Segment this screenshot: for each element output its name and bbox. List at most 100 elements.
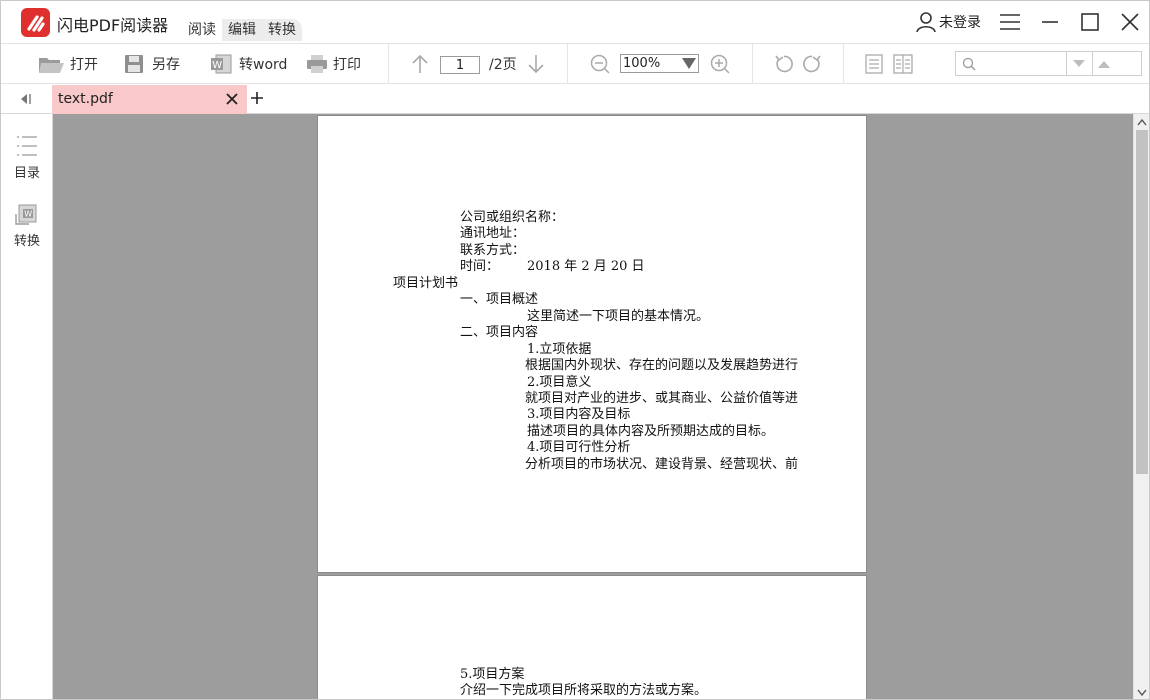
search-next-button[interactable] (1072, 59, 1086, 69)
close-icon (1121, 13, 1139, 31)
zoom-value: 100% (623, 56, 661, 71)
open-button[interactable]: 打开 (38, 52, 98, 76)
menu-hamburger-button[interactable] (999, 11, 1021, 33)
doc-line: 4.项目可行性分析 (527, 440, 631, 455)
doc-line: 描述项目的具体内容及所预期达成的目标。 (527, 424, 775, 439)
print-label: 打印 (333, 57, 361, 73)
doc-line: 一、项目概述 (460, 292, 539, 307)
doc-line: 2018 年 2 月 20 日 (527, 259, 645, 274)
toolbar: 打开 另存 W 转word 打印 1 /2页 100% (1, 43, 1149, 84)
tab-text-pdf[interactable]: text.pdf (52, 85, 247, 114)
app-logo-icon (21, 8, 50, 37)
zoom-out-button[interactable] (589, 52, 611, 76)
minimize-icon (1042, 21, 1058, 23)
doc-line: 就项目对产业的进步、或其商业、公益价值等进 (525, 391, 799, 406)
dropdown-arrow-icon (682, 58, 696, 69)
title-bar: 闪电PDF阅读器 阅读 编辑 转换 未登录 (1, 1, 1149, 43)
arrow-down-icon (528, 55, 544, 74)
sidebar-item-label: 转换 (13, 234, 40, 249)
menu-read[interactable]: 阅读 (182, 19, 222, 41)
menu-edit[interactable]: 编辑 (222, 19, 262, 41)
sidebar-item-convert[interactable]: W 转换 (1, 204, 53, 249)
maximize-button[interactable] (1079, 11, 1101, 33)
menu-convert[interactable]: 转换 (262, 19, 302, 41)
prev-page-button[interactable] (409, 52, 431, 76)
double-page-icon (893, 54, 913, 74)
doc-line: 介绍一下完成项目所将采取的方法或方案。 (460, 683, 708, 698)
print-button[interactable]: 打印 (306, 52, 361, 76)
pdf-page-1: 公司或组织名称： 通讯地址： 联系方式： 时间： 2018 年 2 月 20 日… (318, 116, 866, 572)
doc-line: 1.立项依据 (527, 342, 592, 357)
doc-line: 项目计划书 (393, 276, 459, 291)
single-page-view-button[interactable] (865, 52, 883, 76)
svg-text:W: W (24, 210, 32, 219)
double-page-view-button[interactable] (893, 52, 913, 76)
rotate-left-icon (775, 55, 793, 73)
search-divider (1092, 52, 1093, 75)
vertical-scrollbar[interactable] (1133, 114, 1149, 699)
new-tab-icon[interactable] (250, 91, 264, 105)
toolbar-divider (567, 44, 568, 84)
sidebar-item-label: 目录 (13, 166, 40, 181)
tab-bar: text.pdf (1, 84, 1149, 114)
collapse-sidebar-icon[interactable] (19, 93, 35, 105)
page-number-input[interactable] (440, 56, 480, 74)
doc-line: 根据国内外现状、存在的问题以及发展趋势进行 (525, 358, 799, 373)
close-tab-icon[interactable] (225, 92, 239, 106)
search-input[interactable] (956, 52, 1066, 75)
doc-line: 2.项目意义 (527, 375, 592, 390)
to-word-label: 转word (239, 57, 288, 73)
minimize-button[interactable] (1039, 11, 1061, 33)
printer-icon (307, 55, 327, 73)
zoom-in-button[interactable] (709, 52, 731, 76)
toolbar-divider (752, 44, 753, 84)
tab-label: text.pdf (58, 91, 113, 107)
scrollbar-thumb[interactable] (1136, 130, 1148, 474)
save-as-label: 另存 (152, 57, 180, 73)
toolbar-divider (843, 44, 844, 84)
zoom-select[interactable]: 100% (620, 54, 699, 73)
search-divider (1066, 52, 1067, 75)
app-title: 闪电PDF阅读器 (57, 16, 169, 35)
search-box[interactable] (955, 51, 1142, 76)
doc-line: 分析项目的市场状况、建设背景、经营现状、前 (525, 457, 799, 472)
doc-line: 二、项目内容 (460, 325, 539, 340)
save-icon (125, 55, 143, 73)
svg-text:W: W (212, 60, 222, 71)
to-word-button[interactable]: W 转word (210, 52, 287, 76)
rotate-right-icon (803, 55, 821, 73)
zoom-out-icon (590, 54, 610, 74)
doc-line: 这里简述一下项目的基本情况。 (527, 309, 710, 324)
hamburger-icon (1000, 14, 1020, 30)
maximize-icon (1081, 13, 1099, 31)
scroll-up-icon[interactable] (1137, 118, 1147, 126)
pdf-page-2: 5.项目方案 介绍一下完成项目所将采取的方法或方案。 (318, 576, 866, 699)
user-login-label: 未登录 (939, 15, 981, 31)
close-button[interactable] (1119, 11, 1141, 33)
word-icon: W (211, 54, 232, 74)
single-page-icon (865, 54, 883, 74)
rotate-left-button[interactable] (773, 52, 795, 76)
search-prev-button[interactable] (1097, 59, 1111, 69)
document-viewer[interactable]: 公司或组织名称： 通讯地址： 联系方式： 时间： 2018 年 2 月 20 日… (53, 114, 1133, 699)
toc-icon (17, 136, 37, 156)
doc-line: 时间： (460, 259, 500, 274)
user-login[interactable]: 未登录 (915, 11, 981, 33)
doc-line: 5.项目方案 (460, 667, 525, 682)
user-icon (916, 12, 936, 33)
rotate-right-button[interactable] (801, 52, 823, 76)
scroll-down-icon[interactable] (1137, 689, 1147, 697)
convert-icon: W (15, 204, 37, 225)
doc-line: 联系方式： (460, 243, 526, 258)
main-menu: 阅读 编辑 转换 (182, 19, 302, 41)
next-page-button[interactable] (525, 52, 547, 76)
zoom-in-icon (710, 54, 730, 74)
sidebar-item-toc[interactable]: 目录 (1, 134, 53, 181)
search-icon (962, 57, 976, 71)
page-number-field[interactable] (440, 53, 480, 77)
app-window: 闪电PDF阅读器 阅读 编辑 转换 未登录 打开 另存 W 转word 打印 1… (0, 0, 1150, 700)
doc-line: 通讯地址： (460, 226, 526, 241)
folder-icon (39, 58, 64, 73)
save-as-button[interactable]: 另存 (124, 52, 180, 76)
doc-line: 3.项目内容及目标 (527, 407, 631, 422)
